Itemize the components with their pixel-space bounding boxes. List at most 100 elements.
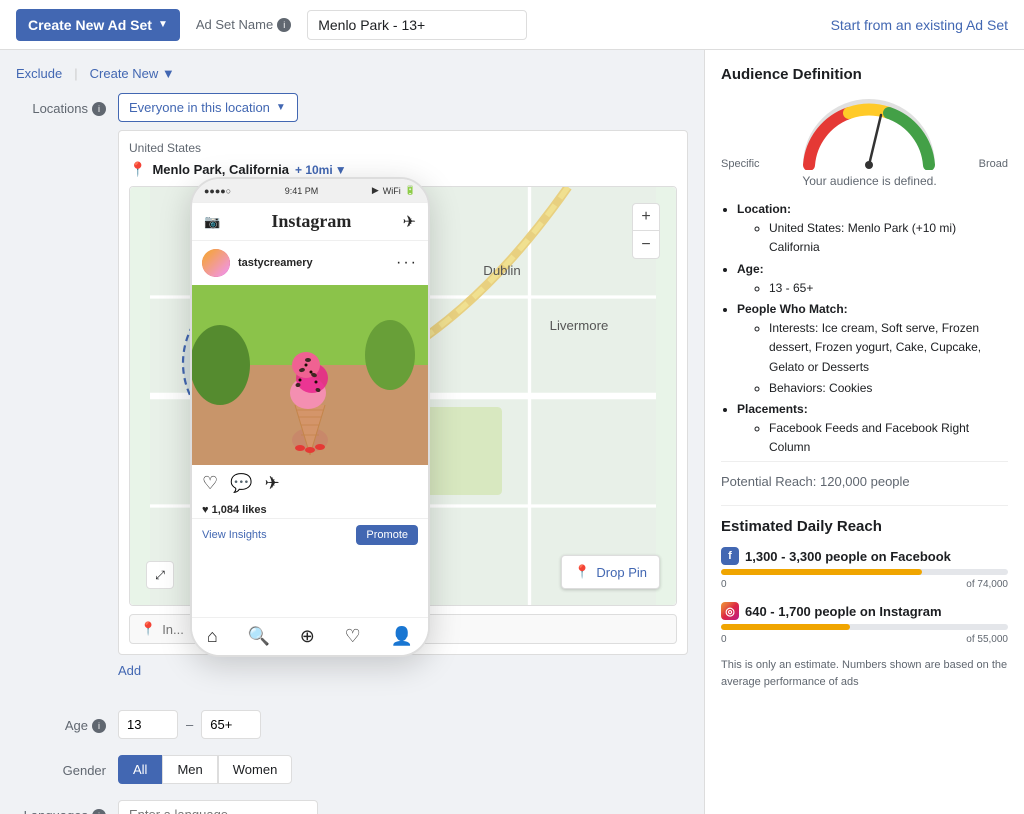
- languages-label: Languages i: [16, 800, 106, 814]
- location-bullet: Location: United States: Menlo Park (+10…: [737, 200, 1008, 258]
- exclude-create-row: Exclude | Create New ▼: [16, 66, 688, 81]
- age-detail: 13 - 65+: [769, 279, 1008, 298]
- post-username: tastycreamery: [238, 257, 313, 269]
- create-new-ad-set-button[interactable]: Create New Ad Set ▼: [16, 9, 180, 41]
- post-likes: ♥ 1,084 likes: [192, 502, 428, 518]
- languages-info-icon[interactable]: i: [92, 809, 106, 814]
- post-image: [192, 285, 428, 465]
- instagram-reach: ◎ 640 - 1,700 people on Instagram 0 of 5…: [721, 602, 1008, 645]
- facebook-bar-labels: 0 of 74,000: [721, 579, 1008, 590]
- home-nav-icon[interactable]: ⌂: [207, 626, 218, 647]
- heart-nav-icon[interactable]: ♡: [345, 626, 361, 647]
- ad-set-name-label: Ad Set Name i: [196, 17, 291, 32]
- age-min-input[interactable]: [118, 710, 178, 739]
- send-icon[interactable]: ✈: [403, 212, 416, 232]
- phone-signal-icons: ●●●●○: [204, 186, 231, 196]
- drop-pin-button[interactable]: 📍 Drop Pin: [561, 555, 660, 589]
- instagram-nav-icons: ✈: [403, 212, 416, 232]
- gauge-container: Specific: [721, 95, 1008, 188]
- audience-definition-title: Audience Definition: [721, 66, 1008, 83]
- behaviors-detail: Behaviors: Cookies: [769, 379, 1008, 398]
- search-pin-icon: 📍: [140, 621, 156, 637]
- ig-bar-max: of 55,000: [966, 634, 1008, 645]
- gauge: [799, 95, 939, 170]
- fb-bar-max: of 74,000: [966, 579, 1008, 590]
- like-icon[interactable]: ♡: [202, 473, 218, 494]
- placements-bullet: Placements: Facebook Feeds and Facebook …: [737, 400, 1008, 458]
- locations-info-icon[interactable]: i: [92, 102, 106, 116]
- pipe-divider: |: [74, 66, 77, 81]
- country-label: United States: [129, 141, 677, 155]
- instagram-platform-label: ◎ 640 - 1,700 people on Instagram: [721, 602, 1008, 620]
- age-info-icon[interactable]: i: [92, 719, 106, 733]
- languages-row: Languages i: [16, 800, 688, 814]
- gender-women-button[interactable]: Women: [218, 755, 293, 784]
- location-box: United States 📍 Menlo Park, California +…: [118, 130, 688, 655]
- start-existing-link[interactable]: Start from an existing Ad Set: [831, 17, 1008, 33]
- location-dropdown[interactable]: Everyone in this location ▼: [118, 93, 298, 122]
- instagram-icon: ◎: [721, 602, 739, 620]
- age-dash: –: [186, 717, 193, 732]
- zoom-out-button[interactable]: −: [632, 231, 660, 259]
- zoom-in-button[interactable]: +: [632, 203, 660, 231]
- facebook-bar-fill: [721, 569, 922, 575]
- audience-details: Location: United States: Menlo Park (+10…: [721, 200, 1008, 457]
- age-bullet: Age: 13 - 65+: [737, 260, 1008, 298]
- age-inputs: –: [118, 710, 261, 739]
- location-dropdown-chevron-icon: ▼: [276, 102, 286, 113]
- facebook-reach: f 1,300 - 3,300 people on Facebook 0 of …: [721, 547, 1008, 590]
- estimate-note: This is only an estimate. Numbers shown …: [721, 657, 1008, 690]
- post-more-button[interactable]: ···: [396, 254, 418, 272]
- fb-reach-text: 1,300 - 3,300 people on Facebook: [745, 549, 951, 564]
- ig-bar-min: 0: [721, 634, 727, 645]
- comment-icon[interactable]: 💬: [230, 473, 252, 494]
- interests-detail: Interests: Ice cream, Soft serve, Frozen…: [769, 319, 1008, 377]
- header: Create New Ad Set ▼ Ad Set Name i Start …: [0, 0, 1024, 50]
- view-insights-link[interactable]: View Insights: [202, 529, 267, 541]
- instagram-logo: Instagram: [271, 211, 351, 232]
- facebook-icon: f: [721, 547, 739, 565]
- gauge-specific-label: Specific: [721, 158, 760, 170]
- add-button[interactable]: Add: [118, 663, 688, 678]
- estimated-daily-title: Estimated Daily Reach: [721, 518, 1008, 535]
- gender-all-button[interactable]: All: [118, 755, 162, 784]
- potential-reach: Potential Reach: 120,000 people: [721, 461, 1008, 489]
- gender-men-button[interactable]: Men: [162, 755, 217, 784]
- languages-input[interactable]: [118, 800, 318, 814]
- gender-label: Gender: [16, 755, 106, 778]
- create-btn-label: Create New Ad Set: [28, 17, 152, 33]
- age-label: Age i: [16, 710, 106, 733]
- age-row: Age i –: [16, 710, 688, 739]
- ad-set-name-info-icon[interactable]: i: [277, 18, 291, 32]
- facebook-platform-label: f 1,300 - 3,300 people on Facebook: [721, 547, 1008, 565]
- phone-bottom-nav: ⌂ 🔍 ⊕ ♡ 👤: [192, 617, 428, 655]
- camera-icon[interactable]: 📷: [204, 214, 220, 230]
- locations-label: Locations i: [16, 93, 106, 116]
- post-header: tastycreamery ···: [192, 241, 428, 285]
- profile-nav-icon[interactable]: 👤: [391, 626, 413, 647]
- exclude-link[interactable]: Exclude: [16, 66, 62, 81]
- create-new-link[interactable]: Create New ▼: [90, 66, 175, 81]
- map-expand-button[interactable]: ⤢: [146, 561, 174, 589]
- promote-button[interactable]: Promote: [356, 525, 418, 545]
- age-max-input[interactable]: [201, 710, 261, 739]
- right-panel: Audience Definition Specific: [704, 50, 1024, 814]
- radius-button[interactable]: + 10mi ▼: [295, 163, 347, 177]
- instagram-bar-labels: 0 of 55,000: [721, 634, 1008, 645]
- plus-nav-icon[interactable]: ⊕: [300, 626, 315, 647]
- location-detail: United States: Menlo Park (+10 mi) Calif…: [769, 219, 1008, 257]
- search-nav-icon[interactable]: 🔍: [248, 626, 270, 647]
- gender-row: Gender All Men Women: [16, 755, 688, 784]
- ad-set-name-input[interactable]: [307, 10, 527, 40]
- post-actions: ♡ 💬 ✈: [192, 465, 428, 502]
- instagram-bar-container: [721, 624, 1008, 630]
- gauge-svg: [799, 95, 939, 170]
- main-content: Exclude | Create New ▼ Locations i Every…: [0, 50, 1024, 814]
- pin-icon-btn: 📍: [574, 564, 590, 580]
- share-icon[interactable]: ✈: [265, 473, 280, 494]
- map-phone-container: 680 85 Dublin Livermore Fremont San: [129, 186, 677, 606]
- instagram-header: 📷 Instagram ✈: [192, 203, 428, 241]
- gauge-wrap: Specific: [721, 95, 1008, 170]
- gauge-text: Your audience is defined.: [721, 174, 1008, 188]
- svg-text:Dublin: Dublin: [483, 263, 520, 278]
